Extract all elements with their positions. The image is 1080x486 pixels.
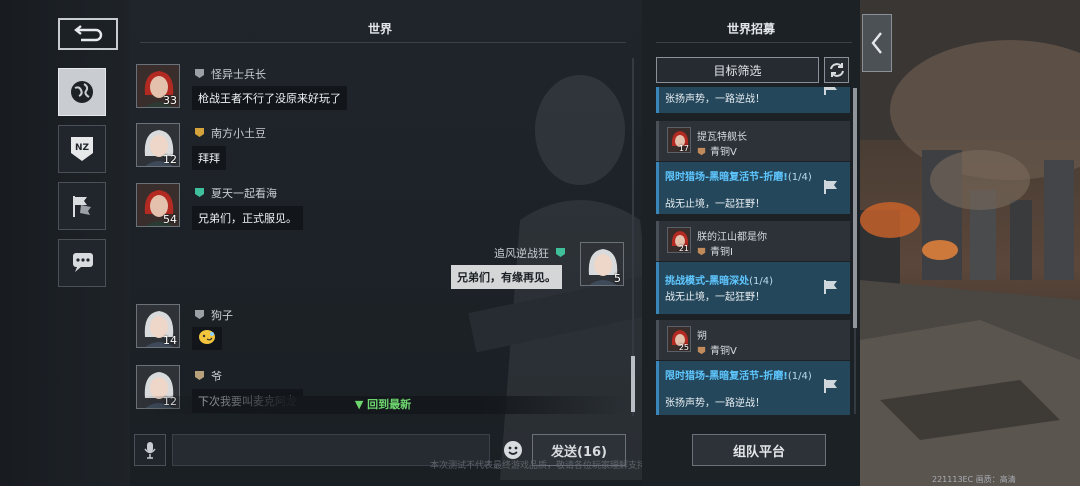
recruit-title: 世界招募 [726,22,775,36]
recruit-tab[interactable] [58,182,106,230]
title-divider [656,42,852,43]
refresh-button[interactable] [824,57,849,83]
recruit-slogan: 战无止境，一起狂野！ [665,292,765,303]
world-chat-panel: 世界 33 怪异士兵长 枪战王者不行了没原来好玩了 12 南方小土豆 拜拜 54… [130,0,642,486]
recruit-mode: 挑战模式-黑暗深处(1/4) [665,276,774,287]
recruit-mode: 限时猎场-黑暗复活节-折磨!(1/4) [665,172,812,183]
rank-badge-icon [556,248,565,257]
message-username[interactable]: 夏天一起看海 [194,185,277,201]
refresh-icon [829,63,844,77]
recruit-slogan: 战无止境，一起狂野！ [665,199,765,210]
join-flag-icon[interactable] [822,87,840,97]
title-divider [140,42,626,43]
recruit-mode: 限时猎场-黑暗复活节-折磨!(1/4) [665,371,812,382]
player-level: 5 [614,272,621,285]
globe-icon [71,81,93,103]
message-username[interactable]: 南方小土豆 [194,125,266,141]
leader-avatar: 17 [667,127,691,153]
avatar[interactable]: 12 [136,123,180,167]
back-arrow-icon [74,25,103,42]
leader-tier: 青铜I [697,243,733,258]
message-username[interactable]: 怪异士兵长 [194,66,266,82]
player-level: 12 [163,153,177,166]
emoji-message-bubble [192,327,222,350]
leader-name: 朕的江山都是你 [697,232,767,243]
recruit-card-body[interactable]: 挑战模式-黑暗深处(1/4) 战无止境，一起狂野！ [656,262,850,314]
svg-text:NZ: NZ [75,143,90,153]
ruined-city-art [860,0,1080,486]
rank-badge-icon [195,188,204,197]
message-username[interactable]: 爷 [194,368,222,384]
back-button[interactable] [58,18,118,50]
leader-avatar: 21 [667,227,691,253]
recruit-card-header[interactable]: 21 朕的江山都是你 青铜I [656,221,850,261]
nav-rail: NZ [0,0,130,486]
recruit-scrollbar-thumb[interactable] [853,88,857,328]
recruit-card-header[interactable]: 25 朔 青铜V [656,320,850,360]
chat-scrollbar-thumb[interactable] [631,356,635,412]
leader-avatar: 25 [667,326,691,352]
message-bubble: 枪战王者不行了没原来好玩了 [192,86,347,110]
avatar[interactable]: 14 [136,304,180,348]
message-bubble: 拜拜 [192,146,226,170]
message-username[interactable]: 狗子 [194,307,233,323]
leader-tier: 青铜V [697,143,737,158]
back-to-newest-button[interactable]: ▼ 回到最新 [140,396,626,414]
my-message-bubble: 兄弟们，有缘再见。 [451,265,562,289]
microphone-icon [144,442,156,459]
player-level: 54 [163,213,177,226]
chat-channel-title: 世界 [367,22,392,36]
bronze-rank-icon [697,346,706,355]
private-chat-tab[interactable] [58,239,106,287]
voice-input-button[interactable] [134,434,166,466]
leader-name: 朔 [697,331,707,342]
rank-badge-icon [195,69,204,78]
smiley-icon [504,441,522,459]
recruit-card-body[interactable]: 限时猎场-黑暗复活节-折磨!(1/4) 战无止境，一起狂野！ [656,162,850,214]
player-level: 33 [163,94,177,107]
avatar[interactable]: 33 [136,64,180,108]
bronze-rank-icon [697,247,706,256]
join-flag-icon[interactable] [822,377,840,395]
leader-name: 提瓦特舰长 [697,132,747,143]
message-username[interactable]: 追风逆战狂 [494,245,566,261]
world-recruit-panel: 世界招募 目标筛选 张扬声势，一路逆战！ 17 提瓦特舰长 青铜V 限时猎场-黑… [642,0,860,486]
chat-bubble-icon [73,253,93,272]
recruit-slogan: 张扬声势，一路逆战！ [665,398,765,409]
target-filter-button[interactable]: 目标筛选 [656,57,819,83]
test-disclaimer: 本次测试不代表最终游戏品质，敬请各位玩家理解支持 [430,461,642,471]
recruit-list[interactable]: 张扬声势，一路逆战！ 17 提瓦特舰长 青铜V 限时猎场-黑暗复活节-折磨!(1… [656,87,852,415]
leader-tier: 青铜V [697,342,737,357]
flags-icon [73,196,91,217]
avatar[interactable]: 5 [580,242,624,286]
rank-badge-icon [195,371,204,380]
team-platform-button[interactable]: 组队平台 [692,434,826,466]
recruit-slogan: 张扬声势，一路逆战！ [665,94,765,105]
rank-badge-icon [195,128,204,137]
join-flag-icon[interactable] [822,278,840,296]
collapse-panel-button[interactable] [862,14,892,72]
recruit-card-header[interactable]: 17 提瓦特舰长 青铜V [656,121,850,161]
message-bubble: 兄弟们，正式服见。 [192,206,303,230]
version-info: 221113EC 画质：高清 [932,475,1016,484]
join-flag-icon[interactable] [822,178,840,196]
emoji-sticker-icon [199,330,215,344]
chevron-left-icon [871,32,882,54]
avatar[interactable]: 54 [136,183,180,227]
bronze-rank-icon [697,147,706,156]
world-tab[interactable] [58,68,106,116]
rank-badge-icon [195,310,204,319]
team-tab[interactable]: NZ [58,125,106,173]
player-level: 14 [163,334,177,347]
game-scene-background [860,0,1080,486]
recruit-card-body[interactable]: 张扬声势，一路逆战！ [656,87,850,113]
nz-shield-icon: NZ [71,137,93,161]
recruit-card-body[interactable]: 限时猎场-黑暗复活节-折磨!(1/4) 张扬声势，一路逆战！ [656,361,850,415]
